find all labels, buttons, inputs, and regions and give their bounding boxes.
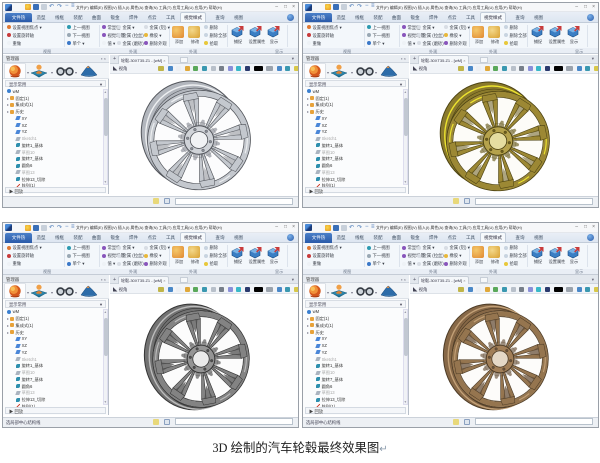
svg-text:▾: ▾ [327,290,329,295]
svg-text:▾: ▾ [375,70,377,75]
svg-text:▾: ▾ [351,290,353,295]
svg-text:▾: ▾ [51,290,53,295]
svg-text:▾: ▾ [27,70,29,75]
svg-text:▾: ▾ [75,70,77,75]
svg-text:▾: ▾ [75,290,77,295]
svg-text:▾: ▾ [27,290,29,295]
svg-text:▾: ▾ [375,290,377,295]
svg-text:▾: ▾ [351,70,353,75]
svg-text:▾: ▾ [327,70,329,75]
svg-text:▾: ▾ [51,70,53,75]
